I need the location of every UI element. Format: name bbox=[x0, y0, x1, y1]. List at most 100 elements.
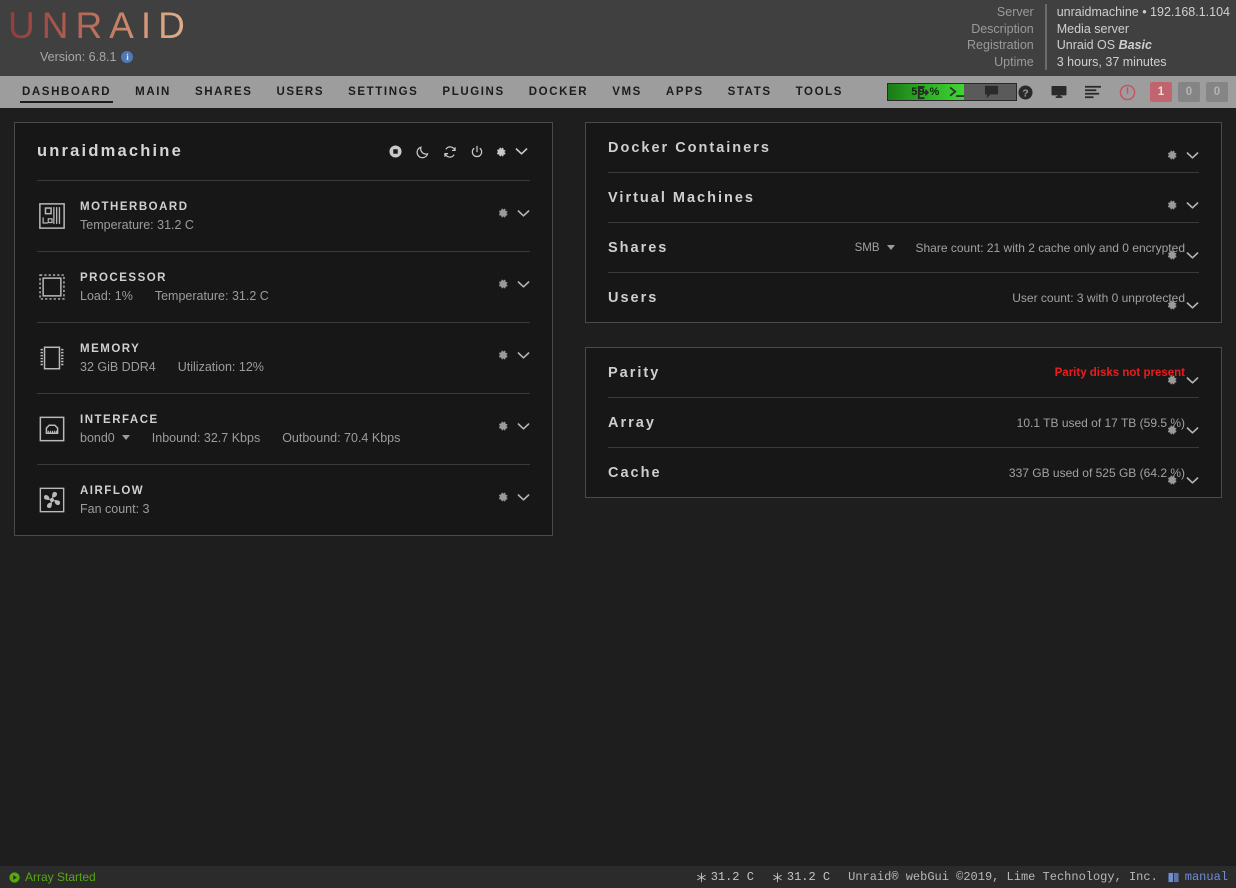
display-icon[interactable] bbox=[1042, 76, 1076, 108]
feedback-icon[interactable] bbox=[974, 76, 1008, 108]
array-status[interactable]: Array Started bbox=[0, 870, 96, 884]
nav-item-plugins[interactable]: PLUGINS bbox=[430, 76, 516, 108]
system-panel-actions bbox=[382, 139, 530, 165]
chevron-down-icon[interactable] bbox=[514, 342, 532, 368]
protocol-selector[interactable]: SMB bbox=[855, 242, 896, 254]
status-text: Share count: 21 with 2 cache only and 0 … bbox=[915, 240, 1185, 255]
notification-badge-info[interactable]: 0 bbox=[1206, 82, 1228, 102]
device-row-motherboard: MOTHERBOARD Temperature: 31.2 C bbox=[15, 181, 552, 251]
chevron-down-icon[interactable] bbox=[512, 139, 530, 165]
ethernet-icon bbox=[37, 414, 67, 444]
chevron-down-icon[interactable] bbox=[1183, 242, 1201, 268]
help-icon[interactable]: ? bbox=[1008, 76, 1042, 108]
service-row-users: Users User count: 3 with 0 unprotected bbox=[586, 273, 1221, 322]
device-stat: Load: 1% bbox=[80, 288, 133, 303]
footer-right: 31.2 C 31.2 C Unraid® webGui ©2019, Lime… bbox=[696, 870, 1236, 884]
dashboard-content: unraidmachine MOTHERBOARD Temperature: 3… bbox=[0, 108, 1236, 574]
chevron-down-icon[interactable] bbox=[1183, 142, 1201, 168]
server-info-value: Media server bbox=[1044, 20, 1230, 37]
manual-link[interactable]: manual bbox=[1168, 870, 1228, 884]
chevron-down-icon[interactable] bbox=[1183, 467, 1201, 493]
system-panel-header: unraidmachine bbox=[15, 123, 552, 180]
chevron-down-icon[interactable] bbox=[1183, 192, 1201, 218]
snowflake-icon bbox=[696, 872, 706, 882]
gear-icon[interactable] bbox=[1161, 467, 1183, 493]
device-stat: Utilization: 12% bbox=[177, 359, 264, 374]
service-controls bbox=[1161, 192, 1201, 218]
chevron-down-icon[interactable] bbox=[1183, 367, 1201, 393]
right-column: Docker Containers Virtual Machines Shares S… bbox=[585, 122, 1222, 522]
storage-row-cache: Cache 337 GB used of 525 GB (64.2 %) bbox=[586, 448, 1221, 497]
gear-icon[interactable] bbox=[492, 342, 514, 368]
manual-label: manual bbox=[1184, 870, 1228, 884]
device-stat: Fan count: 3 bbox=[80, 501, 150, 516]
power-icon[interactable] bbox=[463, 139, 490, 165]
nav-item-tools[interactable]: TOOLS bbox=[784, 76, 855, 108]
device-stat: Inbound: 32.7 Kbps bbox=[151, 430, 261, 445]
stop-icon[interactable] bbox=[382, 139, 409, 165]
gear-icon[interactable] bbox=[492, 413, 514, 439]
memory-icon bbox=[37, 343, 67, 373]
reboot-icon[interactable] bbox=[436, 139, 463, 165]
chevron-down-icon[interactable] bbox=[514, 271, 532, 297]
gear-icon[interactable] bbox=[1161, 142, 1183, 168]
gear-icon[interactable] bbox=[490, 139, 512, 165]
gear-icon[interactable] bbox=[1161, 367, 1183, 393]
service-row-virtual-machines: Virtual Machines bbox=[586, 173, 1221, 222]
device-stats: 32 GiB DDR4 Utilization: 12% bbox=[80, 360, 530, 374]
nav-item-users[interactable]: USERS bbox=[264, 76, 336, 108]
terminal-icon[interactable] bbox=[940, 76, 974, 108]
gear-icon[interactable] bbox=[1161, 417, 1183, 443]
status-text: User count: 3 with 0 unprotected bbox=[1012, 290, 1185, 305]
info-icon[interactable]: i bbox=[121, 51, 134, 63]
gear-icon[interactable] bbox=[492, 200, 514, 226]
array-status-label: Array Started bbox=[25, 870, 96, 884]
row-detail: 10.1 TB used of 17 TB (59.5 %) bbox=[656, 416, 1199, 430]
storage-controls bbox=[1161, 367, 1201, 393]
gear-icon[interactable] bbox=[1161, 192, 1183, 218]
gear-icon[interactable] bbox=[492, 271, 514, 297]
system-panel-card: unraidmachine MOTHERBOARD Temperature: 3… bbox=[14, 122, 553, 536]
device-stat: 32 GiB DDR4 bbox=[80, 359, 156, 374]
chevron-down-icon[interactable] bbox=[514, 413, 532, 439]
gear-icon[interactable] bbox=[1161, 242, 1183, 268]
chevron-down-icon[interactable] bbox=[514, 200, 532, 226]
chevron-down-icon[interactable] bbox=[514, 484, 532, 510]
nav-item-vms[interactable]: VMS bbox=[600, 76, 654, 108]
power-icon[interactable] bbox=[1110, 76, 1144, 108]
nav-item-apps[interactable]: APPS bbox=[654, 76, 716, 108]
gear-icon[interactable] bbox=[1161, 292, 1183, 318]
interface-selector[interactable]: bond0 bbox=[80, 431, 130, 445]
device-name: AIRFLOW bbox=[80, 484, 145, 497]
chevron-down-icon[interactable] bbox=[1183, 417, 1201, 443]
row-title: Cache bbox=[608, 464, 662, 481]
row-title: Virtual Machines bbox=[608, 189, 755, 206]
snowflake-icon bbox=[773, 872, 782, 882]
device-list: MOTHERBOARD Temperature: 31.2 C PROCESSOR L… bbox=[15, 181, 552, 535]
logout-icon[interactable] bbox=[906, 76, 940, 108]
temp-value-1: 31.2 C bbox=[710, 870, 754, 884]
sleep-icon[interactable] bbox=[409, 139, 436, 165]
server-info-value: 3 hours, 37 minutes bbox=[1044, 53, 1230, 70]
row-detail: 337 GB used of 525 GB (64.2 %) bbox=[662, 466, 1199, 480]
nav-item-settings[interactable]: SETTINGS bbox=[336, 76, 430, 108]
fan-icon bbox=[37, 485, 67, 515]
nav-item-shares[interactable]: SHARES bbox=[183, 76, 265, 108]
gear-icon[interactable] bbox=[492, 484, 514, 510]
nav-item-docker[interactable]: DOCKER bbox=[517, 76, 600, 108]
log-icon[interactable] bbox=[1076, 76, 1110, 108]
device-stats: bond0 Inbound: 32.7 Kbps Outbound: 70.4 Kb… bbox=[80, 431, 530, 445]
notification-badge-warning[interactable]: 0 bbox=[1178, 82, 1200, 102]
device-row-memory: MEMORY 32 GiB DDR4 Utilization: 12% bbox=[15, 323, 552, 393]
chevron-down-icon[interactable] bbox=[1183, 292, 1201, 318]
row-title: Array bbox=[608, 414, 656, 431]
unraid-logo: UNRAID bbox=[8, 5, 192, 46]
server-info-value: unraidmachine • 192.168.1.104 bbox=[1044, 4, 1230, 21]
nav-item-stats[interactable]: STATS bbox=[716, 76, 784, 108]
nav-item-dashboard[interactable]: DASHBOARD bbox=[10, 76, 123, 108]
nav-item-main[interactable]: MAIN bbox=[123, 76, 183, 108]
nav-icon-group: ? 1 0 0 bbox=[906, 76, 1228, 108]
notification-badge-alert[interactable]: 1 bbox=[1150, 82, 1172, 102]
device-controls bbox=[492, 342, 532, 368]
device-stat: Temperature: 31.2 C bbox=[80, 217, 194, 232]
